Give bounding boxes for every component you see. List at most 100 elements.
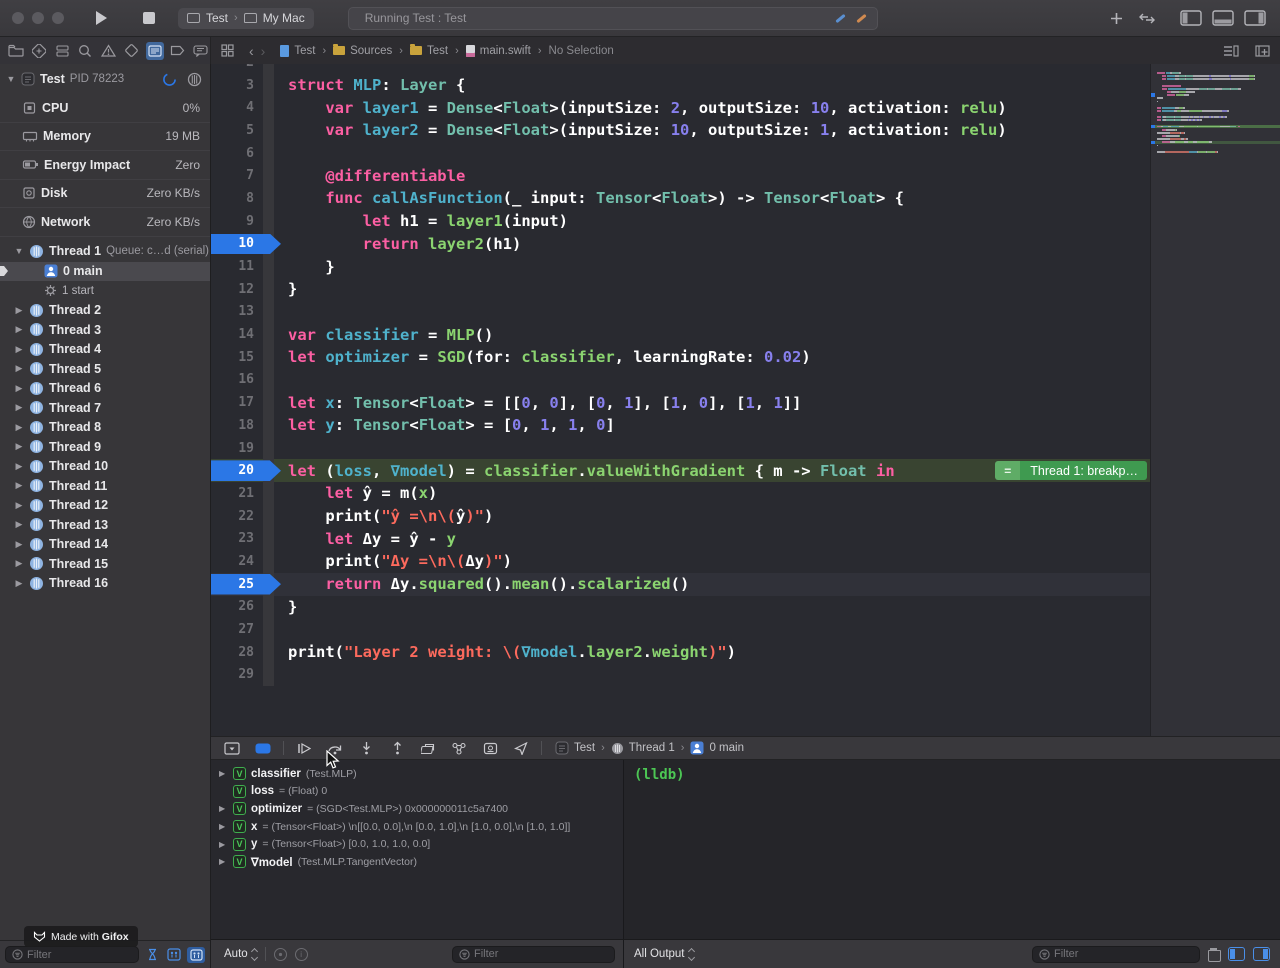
breadcrumb-item[interactable]: main.swift: [466, 45, 531, 57]
thread-row-8[interactable]: ▶Thread 8: [0, 418, 210, 438]
disclosure-triangle-icon[interactable]: ▼: [6, 74, 16, 84]
related-items-icon[interactable]: [221, 44, 234, 57]
navigator-tab-project[interactable]: [7, 42, 25, 60]
toggle-inspectors-button[interactable]: [1244, 10, 1266, 26]
debug-bar-breakpoints-toggle-button[interactable]: [252, 739, 274, 757]
gauge-row-cpu[interactable]: CPU0%: [0, 94, 210, 123]
thread-row-2[interactable]: ▶Thread 2: [0, 301, 210, 321]
editor-minimap[interactable]: [1150, 64, 1280, 736]
breakpoint-annotation[interactable]: =Thread 1: breakp…: [995, 461, 1147, 480]
thread-row-10[interactable]: ▶Thread 10: [0, 457, 210, 477]
thread-row-14[interactable]: ▶Thread 14: [0, 535, 210, 555]
debug-bar-hide-debug-area-button[interactable]: [221, 739, 243, 757]
navigator-tab-symbols[interactable]: [53, 42, 71, 60]
breadcrumb-item[interactable]: Sources: [333, 45, 392, 57]
disclosure-triangle-icon[interactable]: ▶: [14, 305, 24, 316]
disclosure-triangle-icon[interactable]: ▶: [14, 578, 24, 589]
variable-row[interactable]: ▶Vx= (Tensor<Float>) \n[[0.0, 0.0],\n [0…: [211, 818, 623, 836]
variable-row[interactable]: ▶Vclassifier(Test.MLP): [211, 765, 623, 783]
disclosure-triangle-icon[interactable]: ▶: [14, 461, 24, 472]
view-process-by-thread-button[interactable]: [165, 947, 183, 963]
disclosure-triangle-icon[interactable]: ▶: [14, 402, 24, 413]
stop-button[interactable]: [134, 7, 164, 29]
disclosure-triangle-icon[interactable]: ▶: [14, 539, 24, 550]
library-add-button[interactable]: [1109, 11, 1124, 26]
debug-bar-environment-overrides-button[interactable]: [479, 739, 501, 757]
close-window-button[interactable]: [12, 12, 24, 24]
thread-row-3[interactable]: ▶Thread 3: [0, 320, 210, 340]
navigator-tab-debug[interactable]: [146, 42, 164, 60]
disclosure-triangle-icon[interactable]: ▶: [14, 441, 24, 452]
navigator-filter-field[interactable]: Filter: [5, 946, 139, 963]
disclosure-triangle-icon[interactable]: ▶: [219, 840, 228, 849]
gauge-row-network[interactable]: NetworkZero KB/s: [0, 208, 210, 237]
debug-bar-continue-button[interactable]: [293, 739, 315, 757]
disclosure-triangle-icon[interactable]: ▶: [14, 363, 24, 374]
navigator-tab-issues[interactable]: [99, 42, 117, 60]
thread-row-12[interactable]: ▶Thread 12: [0, 496, 210, 516]
info-button[interactable]: i: [295, 948, 308, 961]
breadcrumb-item[interactable]: No Selection: [549, 45, 614, 57]
go-back-button[interactable]: ‹: [249, 43, 254, 59]
navigator-tab-find[interactable]: [76, 42, 94, 60]
variables-scope-dropdown[interactable]: Auto: [224, 948, 257, 960]
go-forward-button[interactable]: ›: [261, 43, 266, 59]
navigator-tab-breakpoints[interactable]: [169, 42, 187, 60]
toggle-navigator-button[interactable]: [1180, 10, 1202, 26]
thread-row-5[interactable]: ▶Thread 5: [0, 359, 210, 379]
console-view[interactable]: (lldb): [624, 760, 1280, 939]
quicklook-button[interactable]: [274, 948, 287, 961]
debug-crumb-item[interactable]: Test: [555, 741, 595, 755]
code-review-button[interactable]: [1138, 12, 1156, 25]
thread-row-15[interactable]: ▶Thread 15: [0, 554, 210, 574]
debug-bar-step-into-button[interactable]: [355, 739, 377, 757]
variable-row[interactable]: ▶V∇model(Test.MLP.TangentVector): [211, 853, 623, 871]
disclosure-triangle-icon[interactable]: ▼: [14, 246, 24, 256]
variable-row[interactable]: Vloss= (Float) 0: [211, 783, 623, 801]
disclosure-triangle-icon[interactable]: ▶: [219, 857, 228, 866]
disclosure-triangle-icon[interactable]: ▶: [14, 519, 24, 530]
disclosure-triangle-icon[interactable]: ▶: [14, 344, 24, 355]
activity-viewer[interactable]: Running Test : Test: [348, 7, 878, 30]
gauge-row-disk[interactable]: DiskZero KB/s: [0, 180, 210, 209]
show-running-blocks-button[interactable]: [143, 947, 161, 963]
disclosure-triangle-icon[interactable]: ▶: [219, 822, 228, 831]
variables-view[interactable]: ▶Vclassifier(Test.MLP)Vloss= (Float) 0▶V…: [211, 760, 624, 939]
thread-row-6[interactable]: ▶Thread 6: [0, 379, 210, 399]
minimize-window-button[interactable]: [32, 12, 44, 24]
disclosure-triangle-icon[interactable]: ▶: [14, 558, 24, 569]
code-scroll-area[interactable]: 23struct MLP: Layer {4 var layer1 = Dens…: [211, 64, 1150, 736]
output-scope-dropdown[interactable]: All Output: [634, 948, 694, 960]
clear-console-button[interactable]: [1208, 948, 1220, 961]
console-filter-field[interactable]: Filter: [1032, 946, 1200, 963]
thread-row-11[interactable]: ▶Thread 11: [0, 476, 210, 496]
debug-bar-view-hierarchy-button[interactable]: [417, 739, 439, 757]
debug-bar-memory-graph-button[interactable]: [448, 739, 470, 757]
navigator-tab-tests[interactable]: [123, 42, 141, 60]
disclosure-triangle-icon[interactable]: ▶: [14, 383, 24, 394]
breadcrumb-item[interactable]: Test: [410, 45, 448, 57]
source-editor[interactable]: 23struct MLP: Layer {4 var layer1 = Dens…: [211, 64, 1280, 736]
disclosure-triangle-icon[interactable]: ▶: [219, 804, 228, 813]
view-process-by-queue-button[interactable]: [187, 947, 205, 963]
navigator-tab-reports[interactable]: [192, 42, 210, 60]
variable-row[interactable]: ▶Voptimizer= (SGD<Test.MLP>) 0x000000011…: [211, 800, 623, 818]
thread-row-1[interactable]: ▼Thread 1Queue: c…d (serial): [0, 241, 210, 262]
disclosure-triangle-icon[interactable]: ▶: [14, 500, 24, 511]
disclosure-triangle-icon[interactable]: ▶: [14, 480, 24, 491]
run-button[interactable]: [86, 7, 116, 29]
breadcrumb-item[interactable]: Test: [280, 45, 315, 57]
toggle-console-view-button[interactable]: [1253, 947, 1270, 961]
debug-crumb-item[interactable]: 0 main: [690, 741, 744, 755]
thread-row-4[interactable]: ▶Thread 4: [0, 340, 210, 360]
thread-row-7[interactable]: ▶Thread 7: [0, 398, 210, 418]
disclosure-triangle-icon[interactable]: ▶: [14, 422, 24, 433]
stack-frame-row[interactable]: 0 main: [0, 262, 210, 282]
toggle-debug-area-button[interactable]: [1212, 10, 1234, 26]
gauge-row-energy[interactable]: Energy ImpactZero: [0, 151, 210, 180]
stack-frame-row[interactable]: 1 start: [0, 281, 210, 301]
gauge-row-memory[interactable]: Memory19 MB: [0, 123, 210, 152]
scheme-selector[interactable]: Test › My Mac: [178, 8, 314, 29]
disclosure-triangle-icon[interactable]: ▶: [14, 324, 24, 335]
process-row[interactable]: ▼TestPID 78223: [0, 64, 210, 94]
